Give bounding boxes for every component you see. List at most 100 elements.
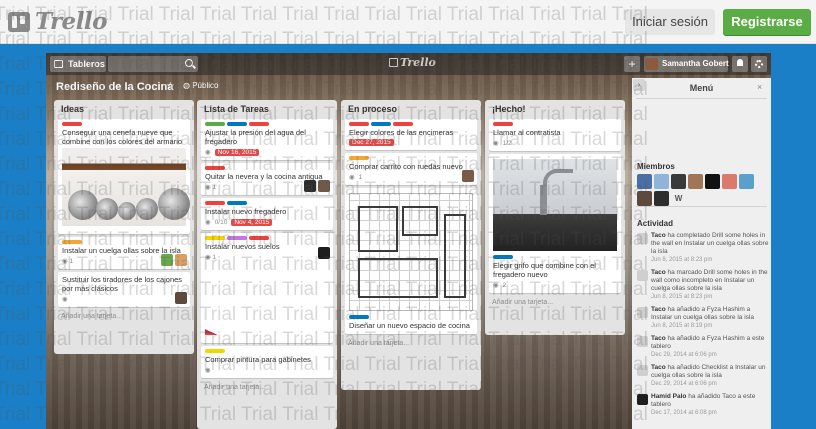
card[interactable]: Conseguir una cenefa nueve que combine c… bbox=[58, 119, 190, 234]
comment-badge: 1 bbox=[358, 173, 363, 181]
avatar bbox=[637, 233, 648, 244]
gear-icon bbox=[755, 60, 763, 68]
member-initial[interactable]: W bbox=[671, 191, 686, 206]
members-heading: Miembros bbox=[637, 162, 675, 171]
list-en-proceso: En proceso Elegir colores de las encimer… bbox=[341, 100, 481, 390]
card-image-faucet bbox=[493, 159, 617, 251]
avatar[interactable] bbox=[739, 174, 754, 189]
add-card-link[interactable]: Añadir una tarjeta... bbox=[341, 337, 481, 350]
user-menu-button[interactable]: Samantha Gobert bbox=[644, 56, 729, 72]
card[interactable]: Elegir grifo que combine con el fregader… bbox=[489, 154, 621, 293]
avatar[interactable] bbox=[654, 174, 669, 189]
avatar[interactable] bbox=[671, 174, 686, 189]
card-title: Instalar nuevo fregadero bbox=[205, 207, 287, 216]
card-badge: ◉ 1 bbox=[205, 184, 217, 191]
card[interactable]: Comprar pintura para gabinetes ◉ bbox=[201, 346, 333, 378]
add-card-link[interactable]: Añadir una tarjeta... bbox=[54, 310, 194, 323]
card-badge: ◉ bbox=[349, 174, 355, 181]
due-date-badge: Dec 27, 2015 bbox=[349, 139, 394, 146]
card[interactable]: Instalar nuevos suelos ◉ 1 bbox=[201, 233, 333, 343]
avatar bbox=[318, 247, 330, 259]
card-label bbox=[62, 122, 82, 126]
notifications-button[interactable] bbox=[732, 56, 748, 72]
avatar bbox=[304, 180, 316, 192]
avatar bbox=[318, 180, 330, 192]
card-label bbox=[205, 201, 225, 205]
faucet-shape bbox=[543, 169, 573, 207]
search-input[interactable] bbox=[108, 56, 198, 72]
activity-user[interactable]: Taco bbox=[651, 306, 666, 313]
settings-button[interactable] bbox=[751, 56, 767, 72]
activity-text: ha añadido a Fyza Hashim a Instalar un c… bbox=[651, 306, 754, 321]
activity-item: Taco ha completado Drill some holes in t… bbox=[637, 232, 769, 264]
activity-user[interactable]: Taco bbox=[651, 335, 666, 342]
register-button[interactable]: Registrarse bbox=[723, 9, 811, 35]
star-icon[interactable]: ☆ bbox=[166, 81, 175, 92]
avatar bbox=[637, 307, 648, 318]
card-badge: ◉ bbox=[493, 140, 499, 147]
card-image-color-swatch bbox=[205, 263, 329, 335]
card[interactable]: Diseñar un nuevo espacio de cocina bbox=[345, 188, 477, 334]
plan-shape bbox=[402, 206, 438, 236]
card[interactable]: Quitar la nevera y la cocina antigua ◉ 1 bbox=[201, 163, 333, 195]
list-tareas: Lista de Tareas Ajustar la presión del a… bbox=[197, 100, 337, 429]
card-label bbox=[349, 315, 369, 319]
avatar[interactable] bbox=[688, 174, 703, 189]
activity-user[interactable]: Taco bbox=[651, 232, 666, 239]
close-icon[interactable]: × bbox=[757, 82, 762, 92]
card[interactable]: Sustituir los tiradores de los cajones p… bbox=[58, 272, 190, 307]
card-label bbox=[349, 156, 369, 160]
avatar bbox=[161, 254, 173, 266]
visibility-button[interactable]: ◍ Público bbox=[183, 81, 218, 90]
card[interactable]: Ajustar la presión del agua del fregader… bbox=[201, 119, 333, 160]
card[interactable]: Instalar un cuelga ollas sobre la isla ◉… bbox=[58, 237, 190, 269]
activity-item: Taco ha añadido Checklist a Instalar un … bbox=[637, 364, 769, 388]
avatar[interactable] bbox=[654, 191, 669, 206]
card-label bbox=[493, 255, 513, 259]
activity-date: Jun 8, 2015 at 8:19 pm bbox=[651, 323, 713, 329]
card-title: Ajustar la presión del agua del fregader… bbox=[205, 128, 306, 146]
pan-shape bbox=[96, 198, 118, 220]
card[interactable]: Instalar nuevo fregadero ◉ 0/10 Nov 4, 201… bbox=[201, 198, 333, 230]
card-label bbox=[249, 122, 269, 126]
board-title[interactable]: Rediseño de la Cocina bbox=[56, 81, 173, 93]
brand[interactable]: Trello bbox=[8, 8, 108, 35]
avatar[interactable] bbox=[637, 174, 652, 189]
checklist-badge: 0/10 bbox=[214, 218, 228, 226]
checklist-badge: 1/2 bbox=[502, 139, 512, 147]
activity-user[interactable]: Taco bbox=[651, 364, 666, 371]
card-title: Comprar carrito con ruedas nuevo bbox=[349, 162, 463, 171]
add-card-link[interactable]: Añadir una tarjeta... bbox=[485, 296, 625, 309]
card-label bbox=[349, 122, 369, 126]
card-label bbox=[205, 122, 225, 126]
card-badge: ◉ bbox=[493, 282, 499, 289]
activity-text: ha marcado Drill some holes in the wall … bbox=[651, 269, 768, 292]
add-button[interactable]: + bbox=[624, 56, 640, 72]
card[interactable]: Llamar al contratista ◉ 1/2 bbox=[489, 119, 621, 151]
menu-title: Menú bbox=[689, 83, 714, 93]
site-header: Trello Iniciar sesión Registrarse bbox=[0, 0, 816, 44]
activity-date: Jun 8, 2015 at 8:23 pm bbox=[651, 294, 713, 300]
activity-user[interactable]: Taco bbox=[651, 269, 666, 276]
avatar[interactable] bbox=[722, 174, 737, 189]
card-label bbox=[393, 122, 413, 126]
card[interactable]: Comprar carrito con ruedas nuevo ◉ 1 bbox=[345, 153, 477, 185]
card-badge: ◉ bbox=[62, 296, 68, 303]
plan-shape bbox=[358, 206, 398, 252]
login-button[interactable]: Iniciar sesión bbox=[625, 9, 715, 35]
avatar bbox=[637, 394, 648, 405]
activity-user[interactable]: Hamid Palo bbox=[651, 393, 686, 400]
boards-label: Tableros bbox=[68, 59, 105, 69]
activity-date: Jun 8, 2015 at 8:23 pm bbox=[651, 257, 713, 263]
card[interactable]: Elegir colores de las encimeras Dec 27, … bbox=[345, 119, 477, 150]
avatar bbox=[637, 270, 648, 281]
add-card-link[interactable]: Añadir una tarjeta... bbox=[197, 381, 337, 394]
avatar bbox=[646, 58, 658, 70]
divider bbox=[636, 206, 767, 207]
avatar[interactable] bbox=[637, 191, 652, 206]
card-label bbox=[227, 122, 247, 126]
boards-button[interactable]: Tableros bbox=[50, 56, 106, 72]
avatar[interactable] bbox=[705, 174, 720, 189]
app-logo[interactable]: Trello bbox=[389, 56, 436, 69]
card-image-pans bbox=[62, 148, 190, 226]
